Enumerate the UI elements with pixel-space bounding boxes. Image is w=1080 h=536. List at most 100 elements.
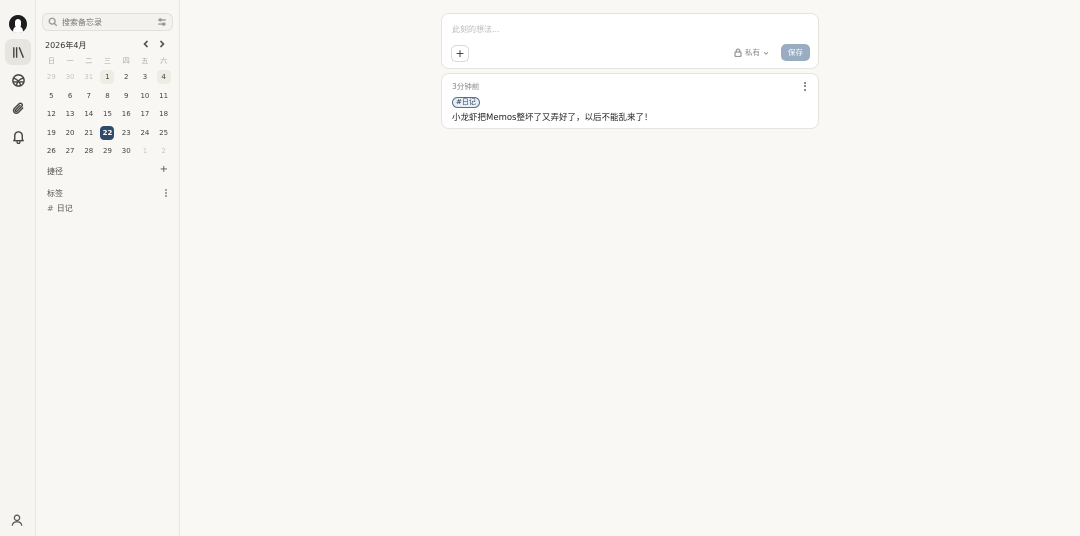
shortcuts-label: 捷径 bbox=[47, 167, 63, 176]
tags-label: 标签 bbox=[47, 189, 63, 198]
profile-button[interactable] bbox=[10, 512, 26, 528]
calendar-weekday: 一 bbox=[66, 57, 74, 65]
explore-nav-button[interactable] bbox=[5, 67, 31, 93]
calendar-day[interactable]: 13 bbox=[61, 105, 80, 124]
calendar-day-number: 4 bbox=[156, 70, 171, 85]
calendar-day[interactable]: 14 bbox=[79, 105, 98, 124]
calendar-prev-button[interactable] bbox=[140, 38, 152, 50]
calendar-weekday: 三 bbox=[103, 57, 111, 65]
calendar-day-number: 25 bbox=[159, 128, 169, 137]
memo-content: 小龙虾把Memos整坏了又弄好了，以后不能乱来了！ bbox=[452, 113, 653, 123]
calendar-day-number: 14 bbox=[84, 110, 94, 119]
calendar-day-number: 29 bbox=[46, 73, 56, 82]
calendar-day[interactable]: 18 bbox=[154, 105, 173, 124]
calendar-next-button[interactable] bbox=[156, 38, 168, 50]
calendar-day-number: 26 bbox=[46, 147, 56, 156]
calendar-day-number: 2 bbox=[123, 73, 129, 82]
calendar-day[interactable]: 9 bbox=[117, 87, 136, 106]
library-icon bbox=[12, 46, 24, 58]
calendar-day[interactable]: 25 bbox=[154, 124, 173, 143]
calendar-day-number: 20 bbox=[65, 128, 75, 137]
calendar-day[interactable]: 5 bbox=[42, 87, 61, 106]
avatar[interactable] bbox=[9, 15, 27, 33]
calendar-day[interactable]: 17 bbox=[136, 105, 155, 124]
calendar-day-today[interactable]: 22 bbox=[98, 124, 117, 143]
calendar-day[interactable]: 23 bbox=[117, 124, 136, 143]
calendar-day-number: 30 bbox=[65, 73, 75, 82]
calendar-day-number: 7 bbox=[86, 91, 92, 100]
search-input[interactable] bbox=[62, 17, 154, 27]
search-icon bbox=[48, 17, 58, 27]
calendar-day-number: 17 bbox=[140, 110, 150, 119]
calendar-day-number: 15 bbox=[103, 110, 112, 119]
calendar-weekday: 五 bbox=[141, 57, 149, 65]
notifications-nav-button[interactable] bbox=[5, 123, 31, 149]
calendar-day[interactable]: 4 bbox=[154, 68, 173, 87]
calendar-day-number: 12 bbox=[46, 110, 56, 119]
calendar-weekday: 六 bbox=[160, 57, 168, 65]
save-button[interactable]: 保存 bbox=[781, 44, 810, 61]
calendar-day[interactable]: 19 bbox=[42, 124, 61, 143]
calendar-day[interactable]: 29 bbox=[42, 68, 61, 87]
calendar-day[interactable]: 10 bbox=[136, 87, 155, 106]
visibility-selector[interactable]: 私有 bbox=[734, 47, 769, 58]
calendar-day-number: 11 bbox=[159, 91, 169, 100]
chevron-left-icon bbox=[143, 40, 149, 48]
calendar-day[interactable]: 15 bbox=[98, 105, 117, 124]
calendar-day-number: 22 bbox=[100, 125, 115, 140]
calendar-day-number: 2 bbox=[161, 147, 166, 156]
sidebar-tag-item[interactable]: # 日记 bbox=[47, 203, 73, 214]
calendar-day[interactable]: 3 bbox=[136, 68, 155, 87]
calendar-day[interactable]: 2 bbox=[154, 142, 173, 161]
calendar-day[interactable]: 26 bbox=[42, 142, 61, 161]
visibility-label: 私有 bbox=[745, 48, 760, 57]
editor-input[interactable]: 此刻的想法... bbox=[452, 24, 500, 35]
lock-icon bbox=[734, 48, 742, 57]
memo-more-button[interactable] bbox=[802, 80, 808, 92]
memo-tag-chip[interactable]: #日记 bbox=[452, 97, 480, 108]
calendar-day[interactable]: 27 bbox=[61, 142, 80, 161]
calendar-day-number: 10 bbox=[140, 91, 150, 100]
calendar-day[interactable]: 21 bbox=[79, 124, 98, 143]
calendar-day-number: 29 bbox=[103, 147, 112, 156]
attachments-nav-button[interactable] bbox=[5, 95, 31, 121]
calendar-day[interactable]: 7 bbox=[79, 87, 98, 106]
calendar-day[interactable]: 11 bbox=[154, 87, 173, 106]
explore-icon bbox=[11, 73, 25, 87]
calendar-day-number: 1 bbox=[100, 70, 115, 85]
calendar-day[interactable]: 30 bbox=[61, 68, 80, 87]
calendar-day[interactable]: 24 bbox=[136, 124, 155, 143]
calendar-day[interactable]: 29 bbox=[98, 142, 117, 161]
search-box[interactable] bbox=[42, 13, 173, 31]
calendar-day-number: 5 bbox=[49, 91, 54, 100]
calendar-day-number: 31 bbox=[84, 73, 94, 82]
chevron-down-icon bbox=[763, 51, 769, 55]
memo-card: 3分钟前 #日记 小龙虾把Memos整坏了又弄好了，以后不能乱来了！ bbox=[441, 73, 819, 129]
add-button[interactable]: + bbox=[451, 45, 469, 62]
calendar-day-number: 27 bbox=[65, 147, 75, 156]
calendar-day[interactable]: 31 bbox=[79, 68, 98, 87]
calendar-day-number: 23 bbox=[121, 128, 131, 137]
calendar-day[interactable]: 2 bbox=[117, 68, 136, 87]
calendar-day-number: 18 bbox=[159, 110, 169, 119]
tags-more-button[interactable] bbox=[164, 188, 168, 201]
calendar-day-number: 1 bbox=[142, 147, 148, 156]
calendar-day[interactable]: 8 bbox=[98, 87, 117, 106]
filter-settings-icon[interactable] bbox=[157, 17, 167, 27]
calendar-day[interactable]: 12 bbox=[42, 105, 61, 124]
calendar-day-number: 24 bbox=[140, 128, 150, 137]
calendar-day[interactable]: 1 bbox=[136, 142, 155, 161]
calendar-day[interactable]: 30 bbox=[117, 142, 136, 161]
calendar-title: 2026年4月 bbox=[45, 41, 87, 50]
calendar-day-number: 30 bbox=[121, 147, 131, 156]
calendar-day-number: 8 bbox=[105, 91, 110, 100]
calendar-day[interactable]: 16 bbox=[117, 105, 136, 124]
add-shortcut-button[interactable]: + bbox=[160, 165, 168, 175]
memos-nav-button[interactable] bbox=[5, 39, 31, 65]
hash-icon: # bbox=[47, 204, 54, 213]
calendar-day[interactable]: 20 bbox=[61, 124, 80, 143]
calendar-day[interactable]: 6 bbox=[61, 87, 80, 106]
calendar-day[interactable]: 1 bbox=[98, 68, 117, 87]
calendar-day[interactable]: 28 bbox=[79, 142, 98, 161]
calendar-day-number: 13 bbox=[65, 110, 75, 119]
